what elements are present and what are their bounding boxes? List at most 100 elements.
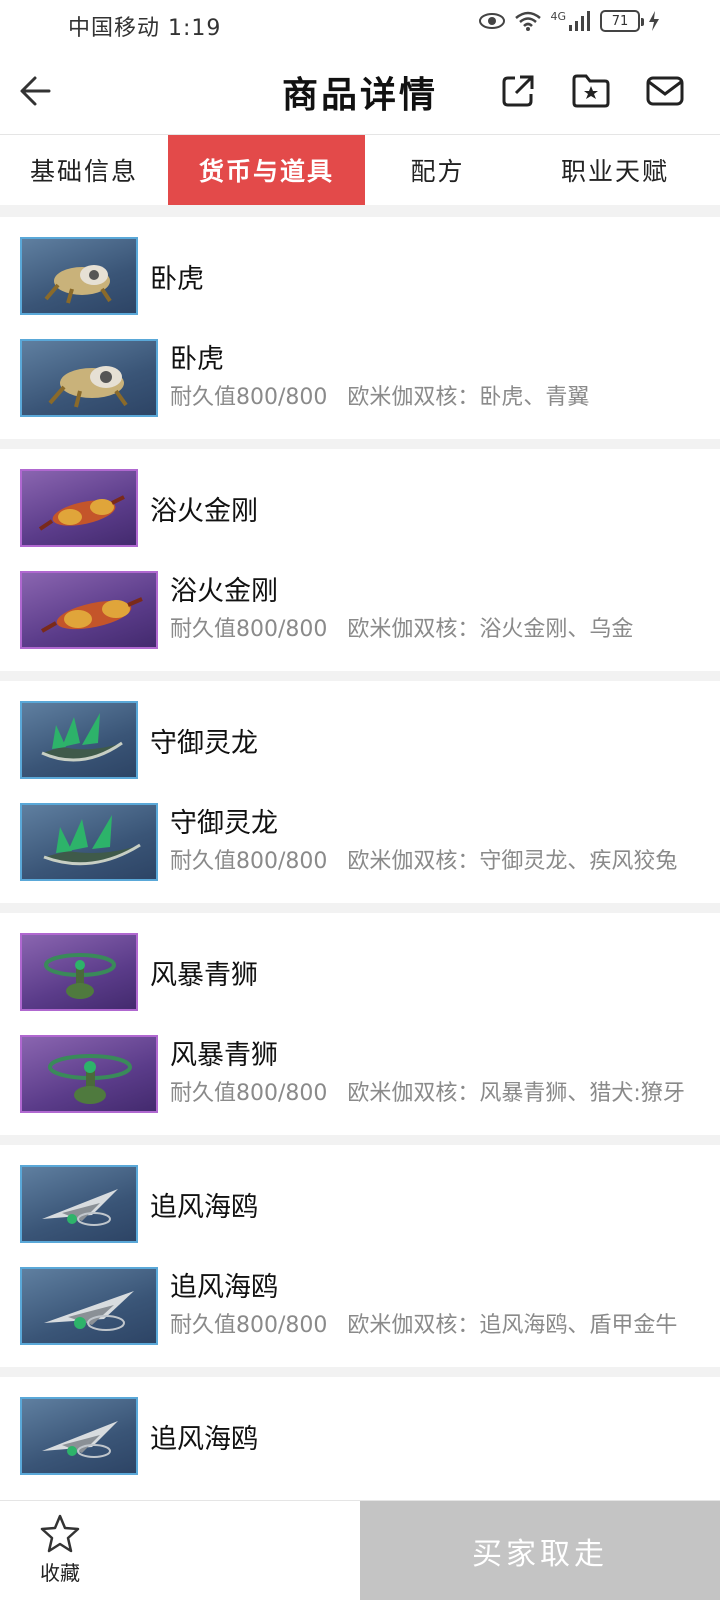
item-detail-row[interactable]: 守御灵龙 耐久值800/800 欧米伽双核：守御灵龙、疾风狡兔 (20, 803, 677, 881)
jet-icon (42, 1421, 118, 1458)
list-item: 浴火金刚 浴火金刚 耐久值800/800 欧米伽双核：浴火金刚、乌金 (0, 449, 720, 671)
message-button[interactable] (642, 68, 688, 114)
item-info: 追风海鸥 耐久值800/800 欧米伽双核：追风海鸥、盾甲金牛 (170, 1270, 677, 1342)
section-gap (0, 205, 720, 217)
tab-class-talents[interactable]: 职业天赋 (510, 135, 720, 205)
item-thumbnail (20, 571, 158, 649)
item-detail-row[interactable]: 浴火金刚 耐久值800/800 欧米伽双核：浴火金刚、乌金 (20, 571, 633, 649)
item-header-row[interactable]: 追风海鸥 (20, 1165, 258, 1243)
item-title: 风暴青狮 (150, 959, 258, 991)
jet-icon (42, 1189, 118, 1226)
item-header-row[interactable]: 守御灵龙 (20, 701, 258, 779)
item-title: 守御灵龙 (150, 727, 258, 759)
network-type: 4G (550, 9, 566, 23)
list-item: 风暴青狮 风暴青狮 耐久值800/800 欧米伽双核：风暴青狮、猎犬:獠牙 (0, 913, 720, 1135)
item-title: 卧虎 (150, 263, 204, 295)
item-thumbnail (20, 701, 138, 779)
item-thumbnail (20, 469, 138, 547)
item-thumbnail (20, 803, 158, 881)
status-bar: 中国移动 1:19 4G 71 (0, 0, 720, 50)
collect-folder-button[interactable] (568, 68, 614, 114)
item-meta: 耐久值800/800 欧米伽双核：卧虎、青翼 (170, 382, 589, 414)
list-item: 追风海鸥 追风海鸥 耐久值800/800 欧米伽双核：追风海鸥、盾甲金牛 (0, 1145, 720, 1367)
list-item: 追风海鸥 (0, 1377, 720, 1500)
item-gap (0, 903, 720, 913)
item-gap (0, 671, 720, 681)
core-text: 欧米伽双核：卧虎、青翼 (347, 385, 590, 410)
tab-recipes[interactable]: 配方 (365, 135, 510, 205)
folder-star-icon (572, 74, 610, 108)
favorite-label: 收藏 (40, 1561, 80, 1585)
carrier-time: 中国移动 1:19 (68, 16, 222, 41)
item-thumbnail (20, 237, 138, 315)
durability-text: 耐久值800/800 (170, 617, 328, 642)
item-list: 卧虎 卧虎 耐久值800/800 欧米伽双核：卧虎、青翼 浴火金刚 浴火金刚 耐久… (0, 217, 720, 1500)
item-info: 风暴青狮 耐久值800/800 欧米伽双核：风暴青狮、猎犬:獠牙 (170, 1038, 685, 1110)
item-thumbnail (20, 1165, 138, 1243)
item-meta: 耐久值800/800 欧米伽双核：追风海鸥、盾甲金牛 (170, 1310, 677, 1342)
bottom-bar: 收藏 买家取走 (0, 1500, 720, 1600)
item-thumbnail (20, 1397, 138, 1475)
item-meta: 耐久值800/800 欧米伽双核：浴火金刚、乌金 (170, 614, 633, 646)
item-gap (0, 1135, 720, 1145)
eye-icon (479, 13, 506, 29)
tab-bar: 基础信息 货币与道具 配方 职业天赋 (0, 135, 720, 205)
item-thumbnail (20, 933, 138, 1011)
item-detail-row[interactable]: 追风海鸥 耐久值800/800 欧米伽双核：追风海鸥、盾甲金牛 (20, 1267, 677, 1345)
item-thumbnail (20, 339, 158, 417)
item-name: 守御灵龙 (170, 808, 278, 839)
drone-icon (48, 1054, 132, 1104)
item-header-row[interactable]: 卧虎 (20, 237, 204, 315)
item-name: 浴火金刚 (170, 576, 278, 607)
item-title: 浴火金刚 (150, 495, 258, 527)
mecha-icon (38, 495, 125, 531)
favorite-button[interactable]: 收藏 (20, 1513, 100, 1593)
item-gap (0, 439, 720, 449)
durability-text: 耐久值800/800 (170, 1313, 328, 1338)
durability-text: 耐久值800/800 (170, 849, 328, 874)
item-name: 卧虎 (170, 344, 224, 375)
battery-level: 71 (611, 13, 629, 29)
core-text: 欧米伽双核：守御灵龙、疾风狡兔 (347, 849, 678, 874)
item-info: 卧虎 耐久值800/800 欧米伽双核：卧虎、青翼 (170, 342, 589, 414)
mecha-icon (41, 597, 143, 633)
item-title: 追风海鸥 (150, 1423, 258, 1455)
item-meta: 耐久值800/800 欧米伽双核：风暴青狮、猎犬:獠牙 (170, 1078, 685, 1110)
mecha-icon (43, 815, 141, 866)
signal-icon (569, 11, 590, 31)
tab-basic-info[interactable]: 基础信息 (0, 135, 168, 205)
item-header-row[interactable]: 浴火金刚 (20, 469, 258, 547)
buyer-takes-button[interactable]: 买家取走 (360, 1501, 720, 1600)
app-header: 商品详情 (0, 50, 720, 135)
item-info: 守御灵龙 耐久值800/800 欧米伽双核：守御灵龙、疾风狡兔 (170, 806, 677, 878)
item-gap (0, 1367, 720, 1377)
durability-text: 耐久值800/800 (170, 385, 328, 410)
item-name: 风暴青狮 (170, 1040, 278, 1071)
item-header-row[interactable]: 追风海鸥 (20, 1397, 258, 1475)
jet-icon (44, 1291, 134, 1331)
list-item: 守御灵龙 守御灵龙 耐久值800/800 欧米伽双核：守御灵龙、疾风狡兔 (0, 681, 720, 903)
mecha-icon (48, 366, 128, 408)
durability-text: 耐久值800/800 (170, 1081, 328, 1106)
item-title: 追风海鸥 (150, 1191, 258, 1223)
charging-icon (649, 11, 659, 31)
core-text: 欧米伽双核：追风海鸥、盾甲金牛 (347, 1313, 678, 1338)
item-info: 浴火金刚 耐久值800/800 欧米伽双核：浴火金刚、乌金 (170, 574, 633, 646)
share-button[interactable] (495, 68, 541, 114)
battery-icon: 71 (600, 10, 644, 32)
item-thumbnail (20, 1035, 158, 1113)
item-name: 追风海鸥 (170, 1272, 278, 1303)
wifi-icon (515, 11, 542, 31)
item-detail-row[interactable]: 卧虎 耐久值800/800 欧米伽双核：卧虎、青翼 (20, 339, 589, 417)
item-header-row[interactable]: 风暴青狮 (20, 933, 258, 1011)
item-meta: 耐久值800/800 欧米伽双核：守御灵龙、疾风狡兔 (170, 846, 677, 878)
mecha-icon (44, 265, 112, 304)
item-detail-row[interactable]: 风暴青狮 耐久值800/800 欧米伽双核：风暴青狮、猎犬:獠牙 (20, 1035, 685, 1113)
drone-icon (44, 953, 116, 999)
star-icon (40, 1514, 80, 1553)
status-icons: 4G 71 (478, 10, 660, 32)
core-text: 欧米伽双核：风暴青狮、猎犬:獠牙 (347, 1081, 685, 1106)
mail-icon (646, 76, 684, 106)
share-icon (502, 75, 534, 107)
tab-currency-items[interactable]: 货币与道具 (168, 135, 365, 205)
